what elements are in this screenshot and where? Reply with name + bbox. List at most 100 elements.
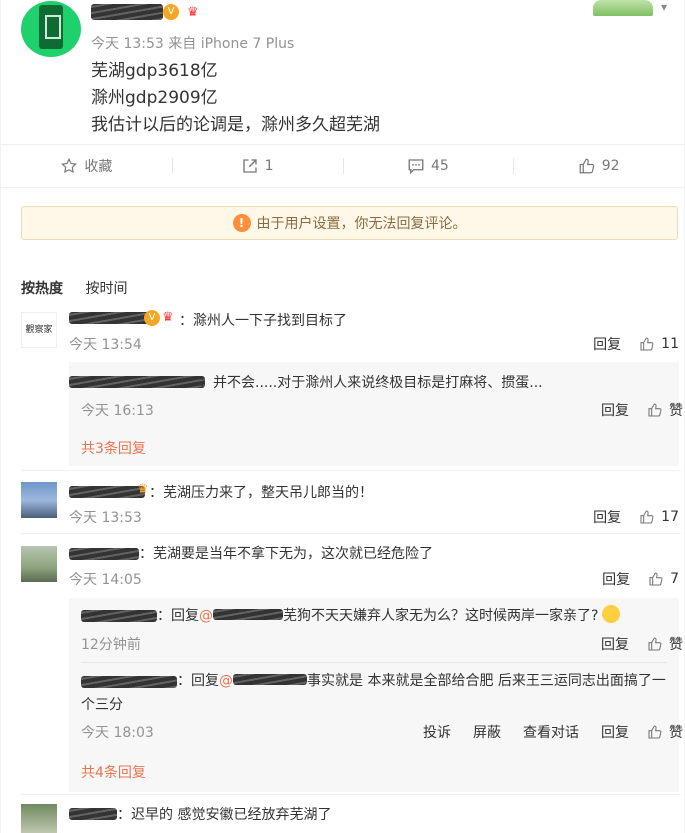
divider bbox=[21, 794, 681, 795]
reply-time: 今天 16:13 bbox=[81, 403, 154, 419]
reply-button[interactable]: 回复 bbox=[601, 400, 629, 420]
reply-like-button[interactable]: 赞 bbox=[647, 400, 683, 420]
reply-like-button[interactable]: 赞 bbox=[647, 722, 683, 742]
thumbs-up-icon bbox=[648, 637, 662, 651]
card-decoration-image bbox=[593, 0, 653, 16]
comment-like-count: 17 bbox=[661, 509, 679, 525]
comment-text: ：芜湖压力来了，整天吊儿郎当的！ bbox=[149, 485, 373, 501]
comment-actions: 回复 7 bbox=[602, 569, 679, 589]
comment-like-button[interactable]: 7 bbox=[648, 571, 679, 587]
reply-text: ：回复@ 芜狗不天天嫌弃人家无为么？这时候两岸一家亲了? bbox=[157, 605, 621, 625]
comment-time: 今天 13:53 bbox=[69, 510, 142, 526]
star-icon bbox=[61, 157, 78, 173]
mention-link[interactable]: @ bbox=[199, 608, 213, 624]
tab-sort-time[interactable]: 按时间 bbox=[85, 281, 127, 297]
mention-name-redacted[interactable] bbox=[233, 674, 307, 685]
reply-button[interactable]: 回复 bbox=[601, 634, 629, 654]
post-action-bar: 收藏 1 45 92 bbox=[1, 144, 684, 186]
replier-name-redacted[interactable] bbox=[81, 610, 157, 622]
thumbs-up-icon bbox=[579, 158, 594, 173]
reply-like-button[interactable]: 赞 bbox=[647, 634, 683, 654]
commenter-name-redacted[interactable] bbox=[69, 486, 145, 498]
reply-button[interactable]: 回复 bbox=[601, 722, 629, 742]
repost-count: 1 bbox=[264, 157, 274, 174]
like-count: 92 bbox=[601, 157, 620, 174]
reply-button[interactable]: 回复 bbox=[602, 569, 630, 589]
post-line: 滁州gdp2909亿 bbox=[91, 88, 218, 108]
thumbs-up-icon bbox=[648, 403, 662, 417]
post-meta: 今天 13:53 来自 iPhone 7 Plus bbox=[91, 36, 295, 52]
favorite-button[interactable]: 收藏 bbox=[1, 145, 172, 186]
commenter-avatar[interactable] bbox=[21, 546, 57, 582]
commenter-avatar[interactable] bbox=[21, 804, 57, 833]
tab-sort-hot[interactable]: 按热度 bbox=[21, 281, 63, 297]
reply-text: ：回复@ 事实就是 本来就是全部给合肥 后来王三运同志出面搞了一 bbox=[177, 673, 666, 689]
chevron-down-icon[interactable]: ▾ bbox=[661, 0, 667, 14]
commenter-avatar[interactable] bbox=[21, 482, 57, 518]
commenter-avatar[interactable]: 觀察家 bbox=[21, 312, 57, 348]
repost-icon bbox=[242, 158, 257, 173]
like-button[interactable]: 92 bbox=[513, 145, 684, 186]
comment-text: ：芜湖要是当年不拿下无为，这次就已经危险了 bbox=[139, 546, 433, 562]
view-conversation-button[interactable]: 查看对话 bbox=[523, 722, 579, 742]
poster-name-redacted[interactable] bbox=[91, 4, 163, 20]
comment-item: ：芜湖要是当年不拿下无为，这次就已经危险了 今天 14:05 回复 7 ：回复@… bbox=[21, 542, 683, 792]
comment-like-button[interactable]: 11 bbox=[639, 336, 679, 352]
mention-name-redacted[interactable] bbox=[213, 609, 283, 620]
notice-text: 由于用户设置，你无法回复评论。 bbox=[256, 216, 467, 232]
comment-icon bbox=[408, 158, 424, 174]
thumbs-up-icon bbox=[649, 572, 663, 586]
comment-text: ：迟早的 感觉安徽已经放弃芜湖了 bbox=[117, 807, 332, 823]
repost-button[interactable]: 1 bbox=[171, 145, 343, 186]
comment-like-count: 7 bbox=[670, 571, 679, 587]
thumbs-up-icon bbox=[640, 510, 654, 524]
more-replies-link[interactable]: 共3条回复 bbox=[81, 438, 146, 458]
divider bbox=[21, 470, 681, 471]
thumbs-up-icon bbox=[640, 337, 654, 351]
comment-count: 45 bbox=[430, 157, 449, 174]
comment-button[interactable]: 45 bbox=[342, 145, 514, 186]
block-button[interactable]: 屏蔽 bbox=[473, 722, 501, 742]
reply-list: ：并不会.....对于滁州人来说终极目标是打麻将、掼蛋... 今天 16:13 … bbox=[69, 362, 683, 466]
crown-icon: ♛ bbox=[187, 5, 199, 20]
reply-disabled-notice: ! 由于用户设置，你无法回复评论。 bbox=[21, 206, 678, 240]
like-label: 赞 bbox=[669, 403, 683, 419]
like-label: 赞 bbox=[669, 725, 683, 741]
mention-link[interactable]: @ bbox=[219, 673, 233, 689]
comment-time: 今天 13:54 bbox=[69, 337, 142, 353]
commenter-name-redacted[interactable] bbox=[69, 312, 151, 324]
post-line: 芜湖gdp3618亿 bbox=[91, 61, 218, 81]
comment-section: 按热度 按时间 觀察家 V ♛ ：滁州人一下子找到目标了 今天 13:54 回复… bbox=[1, 260, 684, 833]
comment-sort-tabs: 按热度 按时间 bbox=[21, 278, 145, 298]
reply-button[interactable]: 回复 bbox=[593, 334, 621, 354]
replier-name-redacted[interactable] bbox=[69, 376, 205, 388]
commenter-name-redacted[interactable] bbox=[69, 808, 117, 820]
reply-actions: 回复 赞 bbox=[601, 400, 683, 420]
comment-like-count: 11 bbox=[661, 336, 679, 352]
more-replies-link[interactable]: 共4条回复 bbox=[81, 762, 146, 782]
poster-avatar[interactable] bbox=[21, 1, 81, 57]
commenter-name-redacted[interactable] bbox=[69, 548, 139, 560]
report-button[interactable]: 投诉 bbox=[423, 722, 451, 742]
comment-text: ：滁州人一下子找到目标了 bbox=[179, 313, 347, 329]
warning-icon: ! bbox=[232, 214, 251, 232]
comment-like-button[interactable]: 17 bbox=[639, 509, 679, 525]
reply-time: 今天 18:03 bbox=[81, 725, 154, 741]
like-label: 赞 bbox=[669, 637, 683, 653]
post-content: 芜湖gdp3618亿 滁州gdp2909亿 我估计以后的论调是，滁州多久超芜湖 bbox=[91, 58, 380, 139]
comment-actions: 回复 17 bbox=[593, 507, 679, 527]
thumbs-up-icon bbox=[648, 725, 662, 739]
replier-name-redacted[interactable] bbox=[81, 676, 177, 688]
reply-time: 12分钟前 bbox=[81, 637, 141, 653]
reply-actions: 投诉 屏蔽 查看对话 回复 赞 bbox=[423, 722, 683, 742]
reply-text: ：并不会.....对于滁州人来说终极目标是打麻将、掼蛋... bbox=[199, 375, 543, 391]
vip-badge-icon: V bbox=[163, 4, 179, 20]
weibo-post-card: V ♛ ▾ 今天 13:53 来自 iPhone 7 Plus 芜湖gdp361… bbox=[1, 0, 684, 188]
divider bbox=[81, 662, 667, 663]
smile-emoji-icon bbox=[602, 605, 621, 623]
divider bbox=[21, 533, 681, 534]
notice-area: ! 由于用户设置，你无法回复评论。 bbox=[1, 188, 684, 260]
post: V ♛ ▾ 今天 13:53 来自 iPhone 7 Plus 芜湖gdp361… bbox=[1, 0, 684, 188]
reply-button[interactable]: 回复 bbox=[593, 507, 621, 527]
comment-item: ：迟早的 感觉安徽已经放弃芜湖了 bbox=[21, 804, 681, 833]
